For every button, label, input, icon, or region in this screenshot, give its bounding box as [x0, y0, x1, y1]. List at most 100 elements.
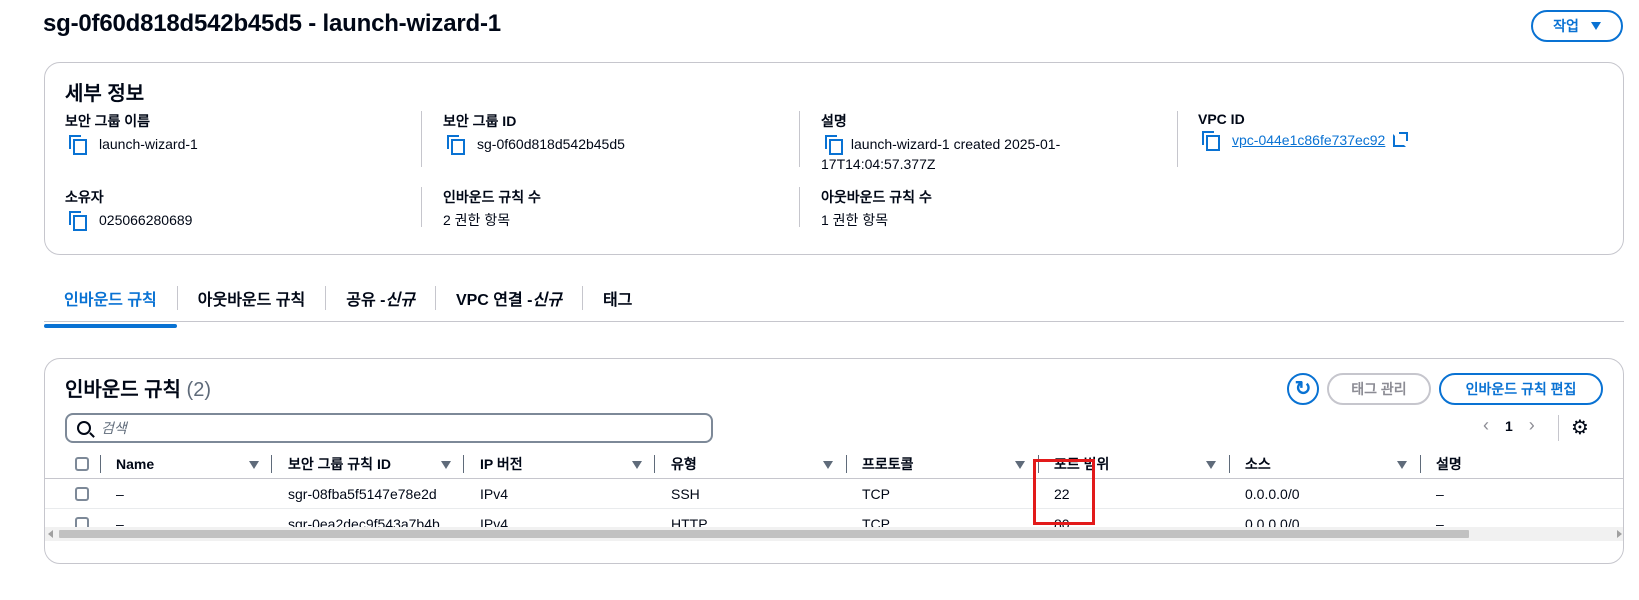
inbound-count-value: 2 권한 항목: [443, 212, 511, 228]
cell-protocol: TCP: [862, 486, 890, 502]
horizontal-scrollbar[interactable]: [45, 527, 1623, 541]
divider: [799, 111, 800, 167]
description-value: launch-wizard-1 created 2025-01-17T14:04…: [821, 136, 1061, 172]
scroll-left-icon[interactable]: [48, 530, 53, 538]
inbound-rules-heading: 인바운드 규칙 (2): [65, 373, 211, 402]
select-all-checkbox-cell: [75, 449, 89, 479]
column-separator: [846, 455, 847, 473]
column-separator: [654, 455, 655, 473]
owner-value: 025066280689: [99, 212, 193, 228]
divider: [1558, 415, 1559, 441]
copy-icon[interactable]: [69, 135, 87, 155]
field-label: VPC ID: [1198, 111, 1245, 127]
field-vpc-id: VPC ID vpc-044e1c86fe737ec92: [1198, 111, 1538, 151]
cell-ip-version: IPv4: [480, 486, 509, 502]
table-header: Name 보안 그룹 규칙 ID IP 버전 유형 프로토콜 포트 범위 소스 …: [45, 449, 1623, 479]
tab-sharing[interactable]: 공유 - 신규: [326, 285, 436, 310]
divider: [421, 111, 422, 167]
column-header-description[interactable]: 설명: [1436, 449, 1462, 479]
field-sg-id: 보안 그룹 ID sg-0f60d818d542b45d5: [443, 111, 783, 155]
cell-name: –: [116, 486, 124, 502]
sort-caret-icon[interactable]: [1397, 461, 1407, 469]
divider: [421, 187, 422, 227]
column-header-type[interactable]: 유형: [671, 449, 697, 479]
copy-icon[interactable]: [447, 135, 465, 155]
vpc-id-link[interactable]: vpc-044e1c86fe737ec92: [1232, 132, 1385, 148]
sort-caret-icon[interactable]: [1015, 461, 1025, 469]
gear-icon[interactable]: ⚙: [1569, 417, 1591, 439]
tab-new-badge: 신규: [532, 291, 562, 309]
external-link-icon: [1393, 132, 1409, 147]
search-icon: [77, 421, 91, 435]
tab-outbound-rules[interactable]: 아웃바운드 규칙: [178, 285, 327, 310]
column-separator: [100, 455, 101, 473]
column-header-ip-version[interactable]: IP 버전: [480, 449, 523, 479]
select-all-checkbox[interactable]: [75, 457, 89, 471]
sg-name-value: launch-wizard-1: [99, 136, 198, 152]
column-separator: [463, 455, 464, 473]
tab-label: 태그: [602, 291, 633, 309]
copy-icon[interactable]: [69, 211, 87, 231]
tab-label: VPC 연결 -: [455, 291, 533, 309]
edit-inbound-rules-button[interactable]: 인바운드 규칙 편집: [1439, 373, 1603, 405]
field-label: 인바운드 규칙 수: [443, 189, 541, 205]
column-header-port-range[interactable]: 포트 범위: [1054, 449, 1109, 479]
column-separator: [271, 455, 272, 473]
rules-heading-text: 인바운드 규칙: [65, 379, 181, 401]
column-header-source[interactable]: 소스: [1245, 449, 1271, 479]
sort-caret-icon[interactable]: [1206, 461, 1216, 469]
scroll-thumb[interactable]: [59, 530, 1469, 538]
actions-button[interactable]: 작업: [1531, 10, 1623, 42]
search-box[interactable]: [65, 413, 713, 443]
field-inbound-count: 인바운드 규칙 수 2 권한 항목: [443, 187, 783, 230]
tab-vpc-associations[interactable]: VPC 연결 - 신규: [436, 285, 583, 310]
tab-inbound-rules[interactable]: 인바운드 규칙: [44, 285, 178, 328]
cell-rule-id: sgr-08fba5f5147e78e2d: [288, 486, 437, 502]
inbound-rules-table: Name 보안 그룹 규칙 ID IP 버전 유형 프로토콜 포트 범위 소스 …: [45, 449, 1623, 539]
copy-icon[interactable]: [825, 135, 843, 155]
details-panel: 세부 정보 보안 그룹 이름 launch-wizard-1 보안 그룹 ID …: [44, 62, 1624, 255]
sort-caret-icon[interactable]: [441, 461, 451, 469]
sort-caret-icon[interactable]: [249, 461, 259, 469]
manage-tags-button[interactable]: 태그 관리: [1327, 373, 1431, 405]
caret-down-icon: [1590, 22, 1601, 30]
column-header-name[interactable]: Name: [116, 449, 154, 479]
field-label: 소유자: [65, 189, 104, 205]
field-description: 설명 launch-wizard-1 created 2025-01-17T14…: [821, 111, 1091, 174]
column-separator: [1229, 455, 1230, 473]
scroll-right-icon[interactable]: [1617, 530, 1622, 538]
tab-label: 공유 -: [346, 291, 386, 309]
column-separator: [1038, 455, 1039, 473]
page-title: sg-0f60d818d542b45d5 - launch-wizard-1: [43, 10, 501, 37]
divider: [799, 187, 800, 227]
cell-type: SSH: [671, 486, 700, 502]
field-label: 보안 그룹 이름: [65, 113, 151, 129]
column-header-rule-id[interactable]: 보안 그룹 규칙 ID: [288, 449, 391, 479]
table-row[interactable]: – sgr-08fba5f5147e78e2d IPv4 SSH TCP 22 …: [45, 479, 1623, 509]
pagination: ‹ 1 ›: [1483, 415, 1535, 436]
tab-bar: 인바운드 규칙 아웃바운드 규칙 공유 - 신규 VPC 연결 - 신규 태그: [44, 274, 1624, 328]
row-checkbox[interactable]: [75, 487, 89, 501]
divider: [1177, 111, 1178, 167]
field-label: 설명: [821, 113, 847, 129]
refresh-button[interactable]: ↻: [1287, 373, 1319, 405]
chevron-right-icon[interactable]: ›: [1529, 415, 1535, 436]
column-header-protocol[interactable]: 프로토콜: [862, 449, 914, 479]
copy-icon[interactable]: [1202, 131, 1220, 151]
sort-caret-icon[interactable]: [632, 461, 642, 469]
actions-button-label: 작업: [1553, 18, 1579, 34]
rules-count: (2): [186, 379, 211, 401]
page-number[interactable]: 1: [1505, 418, 1513, 434]
field-sg-name: 보안 그룹 이름 launch-wizard-1: [65, 111, 405, 155]
column-separator: [1420, 455, 1421, 473]
field-outbound-count: 아웃바운드 규칙 수 1 권한 항목: [821, 187, 1161, 230]
tab-label: 인바운드 규칙: [64, 291, 157, 309]
search-input[interactable]: [101, 420, 681, 436]
chevron-left-icon[interactable]: ‹: [1483, 415, 1489, 436]
tab-tags[interactable]: 태그: [583, 286, 652, 310]
row-checkbox-cell: [75, 479, 89, 509]
sort-caret-icon[interactable]: [823, 461, 833, 469]
cell-description: –: [1436, 486, 1444, 502]
tab-label: 아웃바운드 규칙: [197, 291, 306, 309]
cell-source: 0.0.0.0/0: [1245, 486, 1300, 502]
